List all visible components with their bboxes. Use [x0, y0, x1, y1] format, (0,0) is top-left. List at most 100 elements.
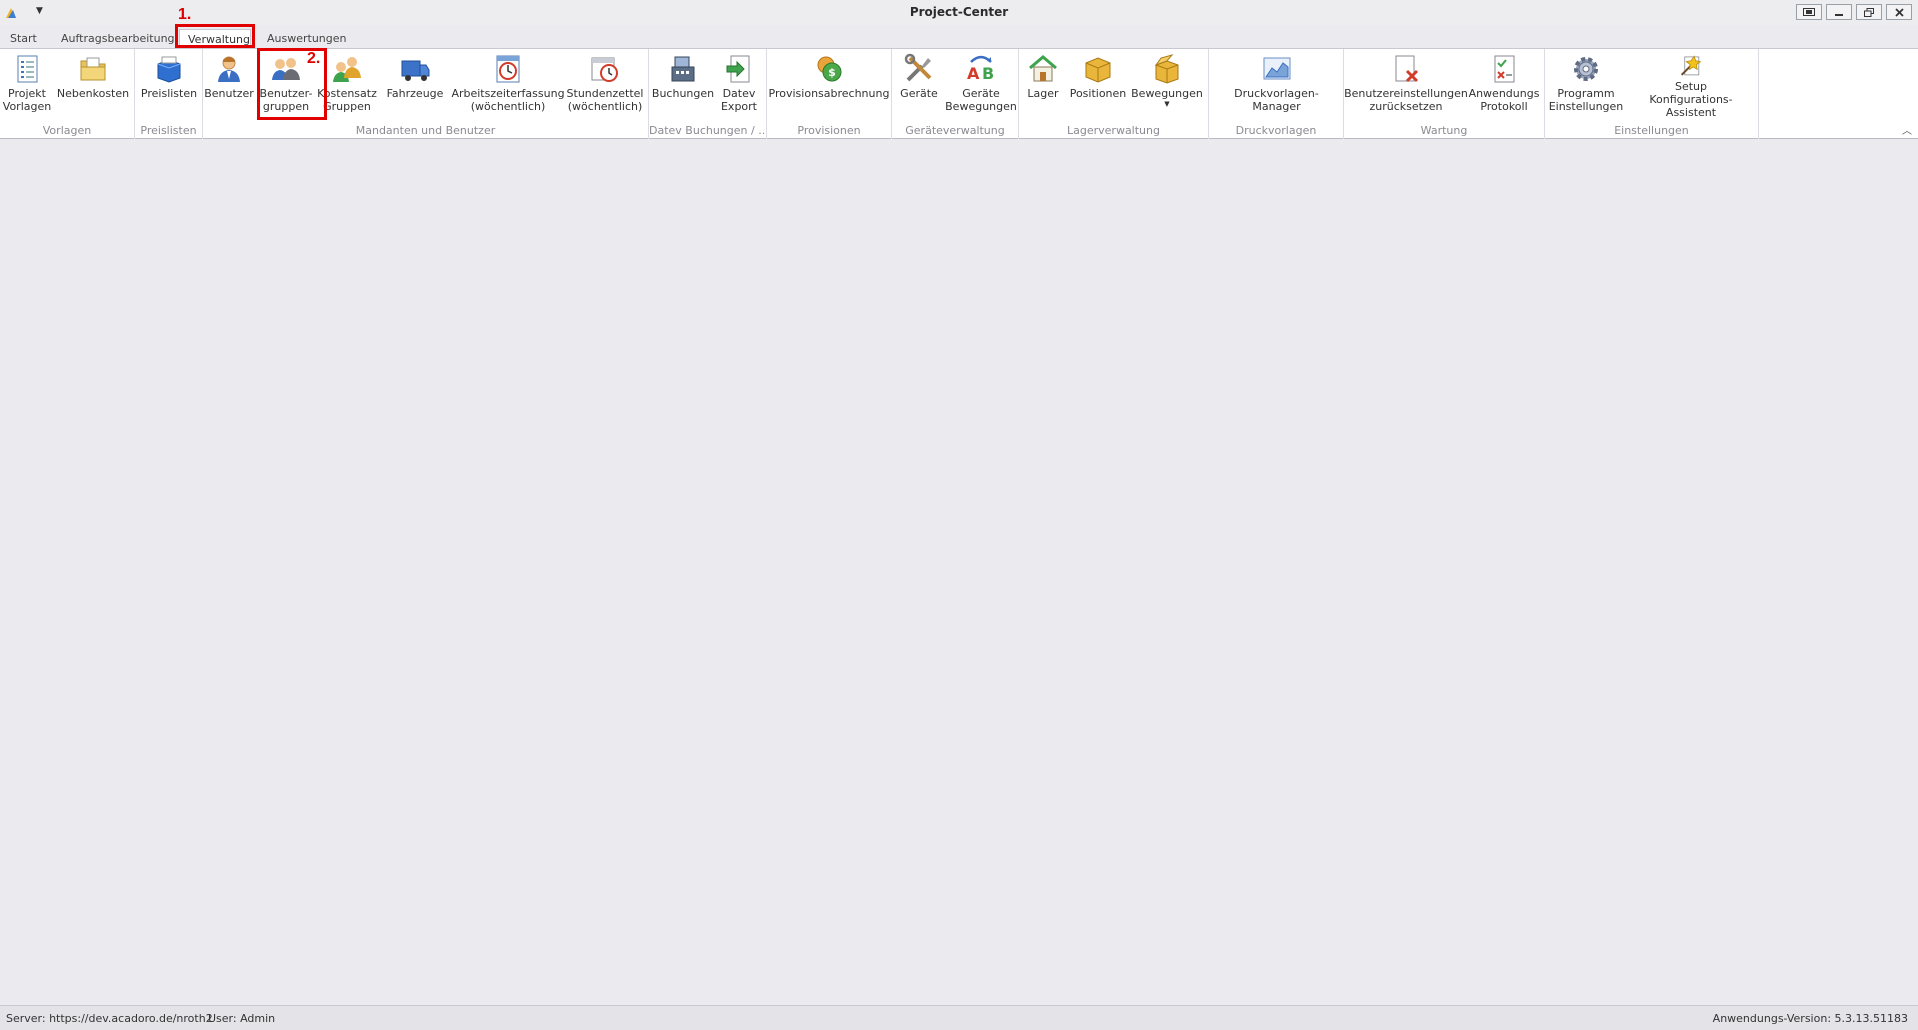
minimize-button[interactable] [1826, 4, 1852, 20]
svg-text:B: B [982, 64, 994, 83]
close-button[interactable] [1886, 4, 1912, 20]
wizard-icon [1680, 55, 1702, 76]
group-label-lagerverwaltung: Lagerverwaltung [1067, 124, 1160, 137]
title-bar: ▼ Project-Center [0, 0, 1918, 25]
group-datev: Buchungen Datev Export Datev Buchungen /… [649, 49, 767, 139]
bewegungen-dropdown-icon[interactable]: ▼ [1164, 100, 1169, 108]
ribbon-tabs: Start Auftragsbearbeitung Verwaltung Aus… [0, 27, 1918, 48]
group-label-mandanten-benutzer: Mandanten und Benutzer [355, 124, 496, 137]
status-server: Server: https://dev.acadoro.de/nroth2 [6, 1012, 213, 1025]
lager-label: Lager [1027, 87, 1059, 100]
group-provisionen: $ Provisionsabrechnung Provisionen [767, 49, 892, 139]
setup-assistent-label: Setup Konfigurations-Assistent [1649, 80, 1733, 119]
group-geraeteverwaltung: Geräte A B Geräte Bewegungen Geräteverwa… [892, 49, 1019, 139]
datev-export-label: Datev Export [720, 87, 757, 113]
benutzergruppen-label: Benutzer- gruppen [259, 87, 313, 113]
calendar-clock-icon [591, 57, 618, 82]
nebenkosten-button[interactable]: Nebenkosten [56, 51, 130, 119]
tab-start[interactable]: Start [2, 29, 45, 48]
geraete-button[interactable]: Geräte [895, 51, 943, 119]
arbeitszeiterfassung-label: Arbeitszeiterfassung (wöchentlich) [451, 87, 565, 113]
geraete-bewegungen-button[interactable]: A B Geräte Bewegungen [945, 51, 1017, 119]
template-chart-icon [1263, 57, 1290, 80]
log-document-icon [1494, 55, 1515, 83]
benutzereinstellungen-label: Benutzereinstellungen zurücksetzen [1344, 87, 1468, 113]
positionen-label: Positionen [1069, 87, 1127, 100]
benutzer-button[interactable]: Benutzer [204, 51, 254, 119]
buchungen-label: Buchungen [651, 87, 715, 100]
status-user: User: Admin [208, 1012, 276, 1025]
fahrzeuge-label: Fahrzeuge [386, 87, 444, 100]
group-wartung: Benutzereinstellungen zurücksetzen Anwen… [1344, 49, 1545, 139]
group-label-vorlagen: Vorlagen [42, 124, 92, 137]
buchungen-button[interactable]: Buchungen [651, 51, 715, 119]
setup-assistent-button[interactable]: Setup Konfigurations-Assistent [1628, 51, 1754, 119]
price-box-icon [157, 56, 181, 83]
reset-settings-icon [1395, 55, 1419, 83]
window-title: Project-Center [909, 5, 1009, 19]
datev-export-button[interactable]: Datev Export [717, 51, 761, 119]
druckvorlagen-manager-button[interactable]: Druckvorlagen-Manager [1213, 51, 1340, 119]
ribbon-panel: Projekt Vorlagen Nebenkosten Vorlagen Pr… [0, 48, 1918, 139]
cost-group-icon [333, 57, 361, 82]
group-label-provisionen: Provisionen [797, 124, 861, 137]
projekt-vorlagen-label: Projekt Vorlagen [2, 87, 52, 113]
layout-icon [1803, 8, 1815, 16]
user-icon [218, 56, 240, 82]
document-list-icon [17, 55, 38, 83]
benutzergruppen-button[interactable]: Benutzer- gruppen [258, 51, 314, 119]
open-box-icon [1154, 54, 1179, 84]
user-group-icon [272, 58, 300, 80]
status-bar: Server: https://dev.acadoro.de/nroth2 Us… [0, 1005, 1918, 1030]
close-icon [1894, 7, 1904, 17]
group-label-geraeteverwaltung: Geräteverwaltung [905, 124, 1005, 137]
box-icon [1085, 57, 1111, 83]
main-workspace [0, 139, 1918, 1005]
group-druckvorlagen: Druckvorlagen-Manager Druckvorlagen [1209, 49, 1344, 139]
stundenzettel-label: Stundenzettel (wöchentlich) [566, 87, 644, 113]
tab-auftragsbearbeitung[interactable]: Auftragsbearbeitung [53, 29, 183, 48]
restore-icon [1864, 7, 1874, 17]
geraete-bewegungen-label: Geräte Bewegungen [945, 87, 1017, 113]
restore-layout-button[interactable] [1796, 4, 1822, 20]
status-version: Anwendungs-Version: 5.3.13.51183 [1712, 1012, 1908, 1025]
anwendungs-protokoll-button[interactable]: Anwendungs Protokoll [1468, 51, 1540, 119]
group-label-datev: Datev Buchungen / ... [649, 124, 766, 137]
benutzer-label: Benutzer [204, 87, 254, 100]
benutzereinstellungen-button[interactable]: Benutzereinstellungen zurücksetzen [1344, 51, 1468, 119]
svg-text:$: $ [828, 66, 836, 79]
anwendungs-protokoll-label: Anwendungs Protokoll [1468, 87, 1540, 113]
kostensatz-gruppen-button[interactable]: Kostensatz Gruppen [317, 51, 377, 119]
collapse-ribbon-icon[interactable]: ︿ [1902, 122, 1912, 137]
kostensatz-gruppen-label: Kostensatz Gruppen [317, 87, 377, 113]
maximize-button[interactable] [1856, 4, 1882, 20]
svg-text:A: A [967, 64, 980, 83]
nebenkosten-label: Nebenkosten [56, 87, 130, 100]
a-to-b-icon: A B [967, 55, 994, 83]
coins-icon: $ [817, 56, 842, 82]
positionen-button[interactable]: Positionen [1069, 51, 1127, 119]
tools-icon [904, 53, 932, 82]
lager-button[interactable]: Lager [1023, 51, 1063, 119]
programm-einstellungen-button[interactable]: Programm Einstellungen [1548, 51, 1624, 119]
projekt-vorlagen-button[interactable]: Projekt Vorlagen [2, 51, 52, 119]
provisionsabrechnung-button[interactable]: $ Provisionsabrechnung [769, 51, 889, 119]
export-document-icon [726, 55, 750, 83]
fahrzeuge-button[interactable]: Fahrzeuge [387, 51, 443, 119]
group-vorlagen: Projekt Vorlagen Nebenkosten Vorlagen [0, 49, 135, 139]
minimize-icon [1835, 14, 1843, 16]
preislisten-button[interactable]: Preislisten [141, 51, 197, 119]
annotation-step-2: 2. [307, 50, 321, 67]
group-preislisten: Preislisten Preislisten [135, 49, 203, 139]
tab-auswertungen[interactable]: Auswertungen [259, 29, 355, 48]
cash-register-icon [671, 56, 695, 82]
druckvorlagen-manager-label: Druckvorlagen-Manager [1234, 87, 1319, 113]
arbeitszeiterfassung-button[interactable]: Arbeitszeiterfassung (wöchentlich) [451, 51, 565, 119]
group-label-druckvorlagen: Druckvorlagen [1235, 124, 1317, 137]
group-lagerverwaltung: Lager Positionen Bewegungen ▼ Lagerverwa… [1019, 49, 1209, 139]
bewegungen-button[interactable]: Bewegungen ▼ [1131, 51, 1203, 119]
programm-einstellungen-label: Programm Einstellungen [1548, 87, 1624, 113]
tab-verwaltung[interactable]: Verwaltung [179, 29, 251, 48]
stundenzettel-button[interactable]: Stundenzettel (wöchentlich) [567, 51, 643, 119]
geraete-label: Geräte [900, 87, 938, 100]
